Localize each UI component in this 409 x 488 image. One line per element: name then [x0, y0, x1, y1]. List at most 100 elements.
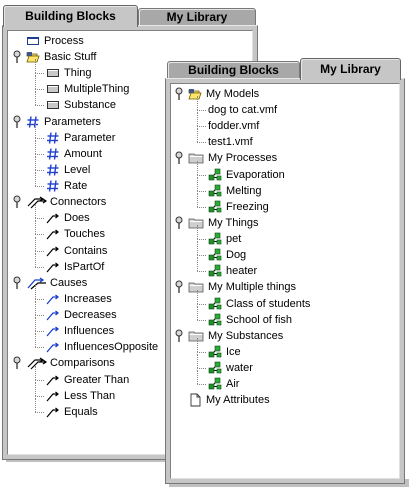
tree-connector-line — [35, 411, 44, 413]
expand-handle-icon[interactable] — [12, 194, 22, 210]
expand-handle-icon[interactable] — [12, 275, 22, 291]
tree-connector-line — [35, 317, 36, 332]
cause-icon — [46, 308, 60, 322]
tree-connector-line — [197, 206, 206, 208]
tree-connector-line — [35, 301, 36, 316]
parameter-icon — [46, 179, 60, 193]
tree-connector-line — [35, 153, 44, 155]
tree-node-label: dog to cat.vmf — [208, 104, 278, 117]
tree-connector-line — [197, 160, 198, 175]
tree-connector-line — [197, 176, 198, 191]
tree-view[interactable]: My Models dog to cat.vmf fodder.vmf test1.v… — [170, 83, 400, 479]
connector-icon — [46, 373, 60, 387]
tree-node-label: Class of students — [226, 297, 311, 310]
tree-connector-line — [35, 59, 36, 74]
tree-connector-line — [197, 368, 206, 370]
tree-connector-line — [35, 89, 44, 91]
cause-icon — [46, 340, 60, 354]
cause-icon — [46, 324, 60, 338]
thing-icon — [46, 98, 60, 112]
tree-node-label: Equals — [64, 405, 98, 418]
tree-node-label: IsPartOf — [64, 260, 105, 273]
expand-handle-icon[interactable] — [174, 86, 184, 102]
tree-connector-line — [197, 112, 198, 127]
tree-node-label: School of fish — [226, 313, 293, 326]
tree-node-label: Air — [226, 378, 240, 391]
tree-connector-line — [35, 381, 36, 396]
tree-connector-line — [197, 370, 198, 385]
tab-label: My Library — [166, 10, 228, 24]
expand-handle-icon[interactable] — [174, 215, 184, 231]
expand-handle-icon[interactable] — [174, 328, 184, 344]
tree-connector-line — [197, 319, 206, 321]
connectors-icon — [26, 356, 48, 370]
tree-node-label: My Multiple things — [208, 281, 297, 294]
tree-connector-line — [35, 172, 36, 187]
expand-handle-icon[interactable] — [12, 114, 22, 130]
tree-node-label: Connectors — [50, 196, 107, 209]
tree-connector-line — [35, 347, 44, 349]
folder-open-icon — [26, 50, 40, 64]
connector-icon — [46, 244, 60, 258]
tree-node-label: Amount — [64, 147, 102, 160]
tab-label: Building Blocks — [188, 63, 279, 77]
tree-node-label: water — [226, 362, 253, 375]
tree-connector-line — [197, 96, 198, 111]
tree-connector-line — [35, 123, 36, 138]
tree-connector-line — [35, 266, 44, 268]
tree-node-label: Parameters — [44, 115, 101, 128]
parameter-icon — [46, 163, 60, 177]
tree-node-label: Substance — [64, 99, 116, 112]
tree-node-label: My Processes — [208, 152, 278, 165]
expand-handle-icon[interactable] — [174, 150, 184, 166]
tree-node-label: My Models — [206, 88, 260, 100]
folder-icon — [188, 216, 204, 230]
connector-icon — [46, 405, 60, 419]
tree-node-label: Does — [64, 212, 90, 225]
tree-node-label: Contains — [64, 244, 108, 257]
tree-connector-line — [35, 186, 44, 188]
parameter-icon — [46, 131, 60, 145]
model-icon — [208, 184, 222, 198]
tab-my-library[interactable]: My Library — [138, 8, 256, 25]
tree-connector-line — [35, 315, 44, 317]
my-library-panel: My Models dog to cat.vmf fodder.vmf test1.v… — [165, 58, 409, 487]
expand-handle-icon[interactable] — [12, 49, 22, 65]
tree-front: My Models dog to cat.vmf fodder.vmf test1.v… — [171, 84, 399, 478]
tab-building-blocks[interactable]: Building Blocks — [167, 61, 300, 78]
tree-connector-line — [35, 234, 44, 236]
tree-node-label: heater — [226, 265, 258, 278]
tree-node-label: Rate — [64, 180, 88, 193]
process-icon — [26, 34, 40, 48]
tab-my-library[interactable]: My Library — [300, 58, 401, 80]
tree-node-label: Level — [64, 163, 91, 176]
tree-connector-line — [197, 337, 198, 352]
tree-connector-line — [197, 192, 198, 207]
tree-connector-line — [197, 351, 206, 353]
tree-connector-line — [197, 110, 206, 112]
model-icon — [208, 248, 222, 262]
tree-connector-line — [35, 91, 36, 106]
tree-connector-line — [197, 354, 198, 369]
tree-node-label: Thing — [64, 67, 92, 80]
expand-handle-icon[interactable] — [12, 355, 22, 371]
tree-connector-line — [35, 169, 44, 171]
tree-connector-line — [35, 365, 36, 380]
folder-icon — [188, 329, 204, 343]
tab-strip: Building Blocks My Library — [165, 58, 405, 80]
tree-node-label: Comparisons — [50, 357, 115, 370]
tree-connector-line — [197, 257, 198, 272]
expand-handle-icon[interactable] — [174, 279, 184, 295]
tree-connector-line — [197, 225, 198, 240]
tree-connector-line — [35, 333, 36, 348]
tree-node-label: My Attributes — [206, 394, 270, 407]
tree-connector-line — [197, 384, 206, 386]
tab-building-blocks[interactable]: Building Blocks — [3, 5, 138, 27]
tree-connector-line — [197, 255, 206, 257]
tree-connector-line — [35, 75, 36, 90]
folder-icon — [188, 151, 204, 165]
model-icon — [208, 232, 222, 246]
tree-node-label: Freezing — [226, 200, 269, 213]
model-icon — [208, 377, 222, 391]
tree-node-label: Greater Than — [64, 373, 130, 386]
